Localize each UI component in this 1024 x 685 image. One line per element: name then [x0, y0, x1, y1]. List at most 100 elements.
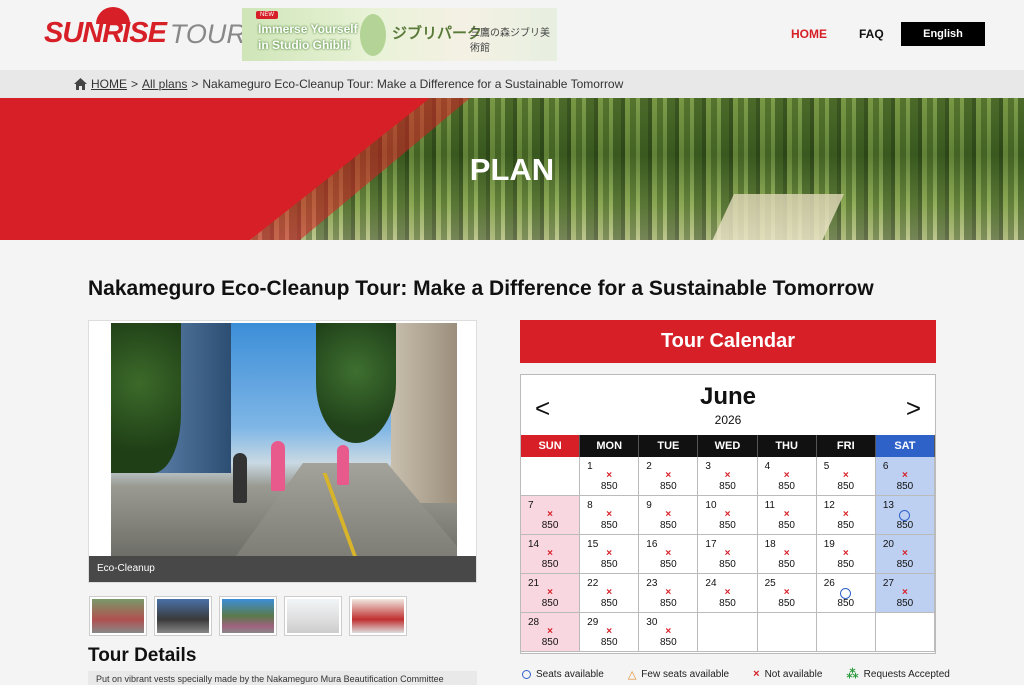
tour-details-heading: Tour Details: [88, 645, 197, 666]
cross-icon: ×: [901, 470, 908, 481]
day-price: 850: [837, 481, 855, 492]
calendar-day-cell: 11 × 850: [757, 496, 817, 535]
calendar-day-cell: 3 × 850: [698, 457, 758, 496]
asterisk-icon: ⁂: [846, 667, 859, 681]
thumbnail[interactable]: [284, 596, 342, 636]
calendar-day-cell: 6 × 850: [875, 457, 935, 496]
hero-banner: PLAN: [0, 98, 1024, 240]
breadcrumb-home-link[interactable]: HOME: [91, 77, 127, 91]
thumbnail-strip: [89, 596, 407, 636]
thumbnail[interactable]: [89, 596, 147, 636]
thumbnail[interactable]: [219, 596, 277, 636]
breadcrumb-current: Nakameguro Eco-Cleanup Tour: Make a Diff…: [202, 77, 624, 91]
circle-icon: o: [876, 509, 934, 521]
sunrise-tours-logo[interactable]: SUNRISE TOURS: [44, 7, 264, 50]
cross-icon: ×: [783, 470, 790, 481]
day-price: 850: [660, 637, 677, 648]
day-price: 850: [600, 598, 618, 609]
day-price: 850: [541, 637, 559, 648]
day-price: 850: [896, 520, 914, 531]
legend-available: Seats available: [522, 667, 604, 681]
calendar-day-cell: 23 × 850: [639, 574, 699, 613]
cross-icon: ×: [606, 587, 613, 598]
circle-icon: o: [817, 587, 875, 599]
day-price: 850: [660, 598, 677, 609]
breadcrumb: HOME > All plans > Nakameguro Eco-Cleanu…: [0, 70, 1024, 98]
weekday-tue: TUE: [639, 435, 699, 457]
calendar-day-cell: 8 × 850: [580, 496, 640, 535]
calendar-day-cell: 15 × 850: [580, 535, 640, 574]
cross-icon: ×: [547, 509, 553, 520]
page-title: Nakameguro Eco-Cleanup Tour: Make a Diff…: [88, 277, 874, 300]
cross-icon: ×: [842, 548, 849, 559]
ghibli-promo-banner[interactable]: NEW Immerse Yourself in Studio Ghibli! ジ…: [242, 8, 557, 61]
cross-icon: ×: [724, 470, 731, 481]
cross-icon: ×: [606, 548, 613, 559]
cross-icon: ×: [724, 548, 731, 559]
calendar-day-cell: 18 × 850: [757, 535, 817, 574]
cross-icon: ×: [724, 587, 731, 598]
nav-home-link[interactable]: HOME: [791, 22, 827, 46]
thumbnail[interactable]: [154, 596, 212, 636]
day-price: 850: [719, 481, 736, 492]
calendar-empty-cell: [816, 613, 876, 652]
cross-icon: ×: [665, 626, 672, 637]
photo-building: [391, 323, 457, 503]
day-price: 850: [837, 598, 855, 609]
circle-icon: [522, 669, 531, 679]
calendar-next-button[interactable]: >: [906, 393, 921, 424]
main-photo[interactable]: [111, 323, 457, 556]
calendar-day-cell[interactable]: 26o850: [816, 574, 876, 613]
banner-line-2: in Studio Ghibli!: [258, 38, 351, 52]
cross-icon: ×: [547, 587, 553, 598]
tour-details-text: Put on vibrant vests specially made by t…: [88, 671, 477, 685]
calendar-day-cell: 2 × 850: [639, 457, 699, 496]
day-price: 850: [837, 520, 855, 531]
day-price: 850: [660, 481, 677, 492]
breadcrumb-separator: >: [191, 77, 199, 91]
calendar-empty-cell: [698, 613, 758, 652]
calendar-day-cell: 30 × 850: [639, 613, 699, 652]
calendar-legend: Seats available △ Few seats available × No…: [522, 667, 950, 681]
triangle-icon: △: [627, 668, 637, 681]
cross-icon: ×: [665, 548, 672, 559]
legend-requests: ⁂ Requests Accepted: [846, 667, 950, 681]
photo-person: [233, 453, 247, 503]
day-price: 850: [600, 520, 618, 531]
thumbnail[interactable]: [349, 596, 407, 636]
cross-icon: ×: [783, 587, 790, 598]
breadcrumb-all-plans-link[interactable]: All plans: [142, 77, 187, 91]
photo-person: [271, 441, 285, 491]
calendar-day-cell: 21 × 850: [521, 574, 581, 613]
calendar-day-cell: 16 × 850: [639, 535, 699, 574]
calendar-day-cell: 7 × 850: [521, 496, 581, 535]
banner-ghibli-museum: 三鷹の森ジブリ美術館: [470, 28, 550, 54]
weekday-mon: MON: [580, 435, 640, 457]
day-price: 850: [719, 598, 736, 609]
calendar-day-cell: 27 × 850: [875, 574, 935, 613]
legend-not-available: × Not available: [753, 668, 823, 680]
calendar-day-cell: 4 × 850: [757, 457, 817, 496]
nav-faq-link[interactable]: FAQ: [859, 22, 884, 46]
weekday-sun: SUN: [521, 435, 581, 457]
cross-icon: ×: [665, 587, 672, 598]
cross-icon: ×: [606, 626, 613, 637]
calendar-days: 1 × 850 2 × 850 3 × 850 4 × 850 5 × 850 6 × 850 7 × 850 8 × 850…: [521, 457, 935, 652]
calendar-day-cell[interactable]: 13o850: [875, 496, 935, 535]
weekday-thu: THU: [757, 435, 817, 457]
cross-icon: ×: [606, 470, 613, 481]
logo-sunrise-text: SUNRISE: [44, 7, 167, 50]
language-button[interactable]: English: [901, 22, 985, 46]
cross-icon: ×: [753, 668, 760, 680]
day-price: 850: [600, 637, 618, 648]
day-price: 850: [896, 559, 914, 570]
legend-few: △ Few seats available: [627, 668, 730, 681]
day-price: 850: [778, 481, 795, 492]
banner-tag: NEW: [256, 11, 278, 19]
day-price: 850: [719, 520, 736, 531]
calendar-day-cell: 17 × 850: [698, 535, 758, 574]
day-price: 850: [600, 481, 618, 492]
day-price: 850: [837, 559, 855, 570]
calendar-day-cell: 9 × 850: [639, 496, 699, 535]
day-price: 850: [778, 520, 795, 531]
